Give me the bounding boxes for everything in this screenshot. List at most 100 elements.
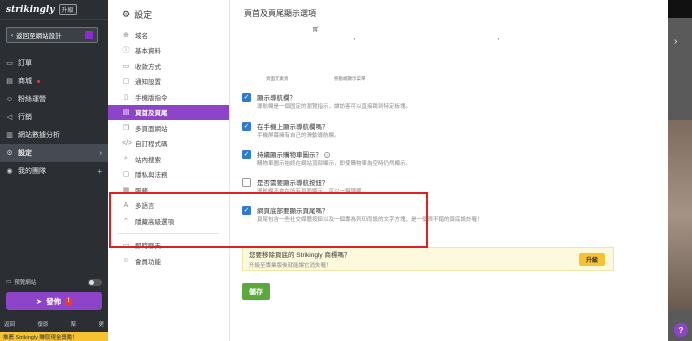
settings-item-payment[interactable]: ▭ 收款方式 bbox=[108, 58, 229, 74]
nav-item-marketing[interactable]: ◁ 行銷 bbox=[0, 108, 108, 126]
editor-background: › ? bbox=[668, 0, 692, 341]
settings-item-label: 隱私與法務 bbox=[135, 172, 168, 180]
preview-label-desktop: 頁面元素頁 bbox=[266, 76, 289, 81]
settings-item-label: 頁首及頁尾 bbox=[135, 110, 168, 118]
referral-promo[interactable]: 推薦 Strikingly 賺取現金獎勵！ bbox=[0, 332, 108, 341]
nav-item-store[interactable]: ▤ 商城 bbox=[0, 72, 108, 90]
upgrade-title: 您要移除頁底的 Strikingly 商標嗎？ bbox=[249, 252, 351, 259]
code-icon: </> bbox=[122, 139, 133, 147]
chevron-right-icon: › bbox=[99, 149, 102, 157]
upgrade-desc: 升級至專業版後就能讓它消失喔！ bbox=[249, 263, 332, 269]
upgrade-button[interactable]: 升級 bbox=[579, 253, 605, 266]
app-sidebar: strikingly 升級 ‹ 返回至網站設計 ▭ 訂單 ▤ 商城 ☺ 粉絲運營… bbox=[0, 0, 108, 341]
checkbox-mobile-navbar[interactable]: ✓ bbox=[242, 122, 251, 131]
send-icon: ➤ bbox=[35, 296, 43, 306]
pages-icon: ❐ bbox=[122, 124, 130, 132]
settings-item-label: 站內搜索 bbox=[135, 156, 161, 164]
option-title-text: 持續顯示購物車圖示？ bbox=[257, 152, 322, 159]
settings-item-multipage[interactable]: ❐ 多頁面網站 bbox=[108, 120, 229, 136]
help-link[interactable]: 幫 bbox=[71, 320, 77, 328]
header-preview: 🛒︎ ▪ ▪ 頁面元素頁 移動端顯示菜單 bbox=[244, 22, 604, 82]
settings-item-site-search[interactable]: ⌕ 站內搜索 bbox=[108, 151, 229, 167]
editor-top-strip bbox=[668, 0, 692, 18]
settings-item-mobile[interactable]: ▯ 手機版指令 bbox=[108, 89, 229, 105]
checkbox-cart-icon[interactable]: ✓ bbox=[242, 150, 251, 159]
save-button[interactable]: 儲存 bbox=[242, 283, 270, 300]
settings-gear-icon: ⚙ bbox=[122, 9, 131, 19]
settings-item-membership[interactable]: ☺ 會員功能 bbox=[108, 253, 229, 269]
nav-item-orders[interactable]: ▭ 訂單 bbox=[0, 54, 108, 72]
settings-item-privacy[interactable]: ▢ 隱私與法務 bbox=[108, 167, 229, 183]
settings-item-notifications[interactable]: ▢ 通知設置 bbox=[108, 74, 229, 90]
people-icon: ☺ bbox=[5, 95, 14, 103]
nav-item-label: 我的團隊 bbox=[18, 168, 46, 175]
cart-icon: ▭ bbox=[6, 60, 13, 67]
nav-item-analytics[interactable]: ▥ 網站數據分析 bbox=[0, 126, 108, 144]
settings-item-label: 通知設置 bbox=[135, 79, 161, 87]
warning-icon: ! bbox=[65, 297, 73, 305]
megaphone-icon: ◁ bbox=[6, 114, 13, 121]
help-chat-button[interactable]: ? bbox=[674, 323, 688, 337]
strikingly-logo[interactable]: strikingly bbox=[6, 5, 55, 15]
back-to-design-button[interactable]: ‹ 返回至網站設計 bbox=[6, 27, 98, 43]
settings-panel: ⚙ 設定 ⊕ 域名 ⓘ 基本資料 ▭ 收款方式 ▢ 通知設置 ▯ 手機版指令 ▤ 頁首及頁尾… bbox=[108, 0, 668, 341]
settings-item-label: 域名 bbox=[135, 32, 148, 40]
preview-label: 預覽網站 bbox=[14, 280, 37, 286]
globe-icon: ⊕ bbox=[123, 31, 129, 39]
bottom-links: 返回 復原 幫 更 bbox=[4, 320, 104, 328]
store-icon: ▤ bbox=[6, 78, 13, 85]
option-title: 顯示導航欄？ bbox=[257, 95, 296, 102]
cart-small-icon: ▪ bbox=[498, 36, 500, 41]
main-nav: ▭ 訂單 ▤ 商城 ☺ 粉絲運營 ◁ 行銷 ▥ 網站數據分析 ⚙ 設定 › ◉ … bbox=[0, 54, 108, 180]
checkbox-show-navbar[interactable]: ✓ bbox=[242, 93, 251, 102]
settings-item-label: 會員功能 bbox=[135, 258, 161, 266]
option-title: 是否需要顯示導航按鈕？ bbox=[257, 180, 329, 187]
checkbox-nav-button[interactable] bbox=[242, 178, 251, 187]
settings-item-basic-info[interactable]: ⓘ 基本資料 bbox=[108, 43, 229, 59]
nav-item-label: 粉絲運營 bbox=[18, 96, 46, 103]
background-image bbox=[668, 120, 692, 310]
nav-item-team[interactable]: ◉ 我的團隊 + bbox=[0, 162, 108, 180]
monitor-icon: ▭ bbox=[6, 279, 12, 285]
header-icon: ▤ bbox=[122, 109, 130, 117]
member-icon: ☺ bbox=[122, 257, 130, 265]
cart-icon: 🛒︎ bbox=[312, 27, 320, 33]
cart-small-icon: ▪ bbox=[354, 36, 356, 41]
nav-item-label: 網站數據分析 bbox=[18, 132, 60, 139]
settings-item-label: 收款方式 bbox=[135, 63, 161, 71]
publish-button[interactable]: ➤ 發佈 ! bbox=[6, 292, 102, 310]
site-thumbnail-icon bbox=[85, 31, 93, 39]
back-arrow-icon: ‹ bbox=[11, 31, 14, 39]
more-link[interactable]: 更 bbox=[98, 320, 104, 328]
settings-item-custom-code[interactable]: </> 自訂程式碼 bbox=[108, 136, 229, 152]
option-desc: 手機屏幕擁有自己的滑動導航欄。 bbox=[257, 133, 340, 139]
upgrade-badge[interactable]: 升級 bbox=[58, 4, 77, 15]
gear-icon: ⚙ bbox=[6, 150, 13, 157]
preview-row: ▭ 預覽網站 bbox=[6, 278, 102, 286]
nav-item-label: 訂單 bbox=[18, 60, 32, 67]
chevron-right-icon[interactable]: › bbox=[674, 36, 677, 47]
settings-item-header-footer[interactable]: ▤ 頁首及頁尾 bbox=[108, 104, 229, 120]
nav-item-fans[interactable]: ☺ 粉絲運營 bbox=[0, 90, 108, 108]
payment-icon: ▭ bbox=[122, 62, 130, 70]
option-title: 持續顯示購物車圖示？? bbox=[257, 149, 411, 159]
help-icon[interactable]: ? bbox=[324, 152, 330, 159]
undo-link[interactable]: 返回 bbox=[4, 320, 15, 328]
privacy-icon: ▢ bbox=[122, 171, 130, 179]
option-cart-icon: ✓ 持續顯示購物車圖示？? 購物車圖示始終在網站頂部顯示，即使購物車為空時仍然顯… bbox=[242, 149, 411, 168]
preview-label-mobile: 移動端顯示菜單 bbox=[334, 76, 366, 81]
option-show-navbar: ✓ 顯示導航欄？ 導航欄是一個固定的瀏覽指示，讓訪客可以直接跳到特定板塊。 bbox=[242, 92, 411, 111]
settings-nav: ⚙ 設定 ⊕ 域名 ⓘ 基本資料 ▭ 收款方式 ▢ 通知設置 ▯ 手機版指令 ▤ 頁首及頁尾… bbox=[108, 0, 230, 341]
info-icon: ⓘ bbox=[122, 47, 130, 55]
redo-link[interactable]: 復原 bbox=[37, 320, 48, 328]
nav-item-settings[interactable]: ⚙ 設定 › bbox=[0, 144, 108, 162]
option-title: 在手機上顯示導航欄嗎？ bbox=[257, 124, 329, 131]
plus-icon[interactable]: + bbox=[97, 167, 102, 176]
preview-toggle[interactable] bbox=[88, 278, 102, 286]
search-icon: ⌕ bbox=[124, 154, 128, 162]
settings-title: ⚙ 設定 bbox=[122, 8, 152, 21]
settings-item-domain[interactable]: ⊕ 域名 bbox=[108, 27, 229, 43]
nav-item-label: 行銷 bbox=[18, 114, 32, 121]
back-button-label: 返回至網站設計 bbox=[16, 33, 62, 40]
page-title: 頁首及頁尾顯示選項 bbox=[244, 9, 316, 18]
